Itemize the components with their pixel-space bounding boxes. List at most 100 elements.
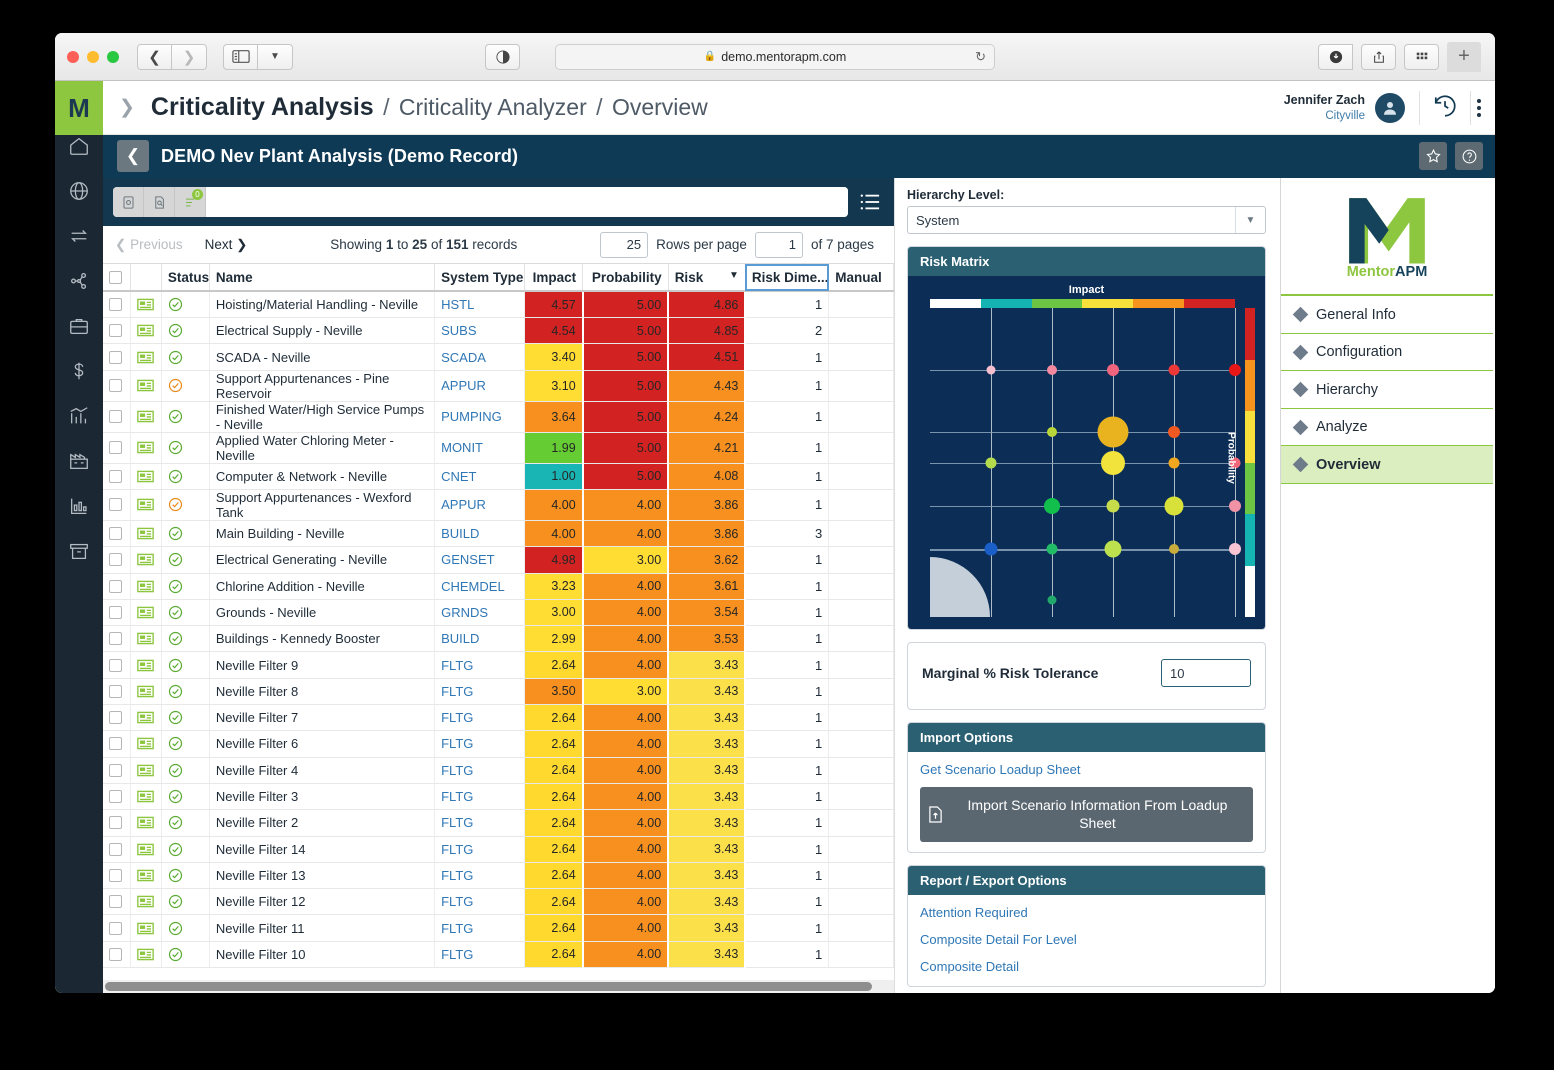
- risk-bubble-4[interactable]: [1229, 364, 1241, 376]
- transfer-icon[interactable]: [68, 225, 90, 247]
- sidebar-toggle-icon[interactable]: [223, 44, 258, 70]
- horizontal-scrollbar[interactable]: [103, 980, 894, 993]
- row-select-cell[interactable]: [103, 652, 130, 678]
- row-checkbox[interactable]: [109, 737, 122, 750]
- share-icon[interactable]: [1361, 44, 1396, 70]
- sidebar-group[interactable]: ▼: [223, 44, 293, 70]
- table-row[interactable]: Finished Water/High Service Pumps - Nevi…: [103, 401, 894, 432]
- record-card-icon[interactable]: [130, 862, 161, 888]
- risk-dimension-cell[interactable]: 3: [745, 520, 828, 546]
- name-cell[interactable]: Electrical Supply - Neville: [209, 318, 434, 344]
- row-select-cell[interactable]: [103, 573, 130, 599]
- risk-bubble-20[interactable]: [1229, 543, 1241, 555]
- table-row[interactable]: Grounds - NevilleGRNDS3.004.003.541: [103, 599, 894, 625]
- row-select-cell[interactable]: [103, 547, 130, 573]
- record-card-icon[interactable]: [130, 291, 161, 317]
- record-card-icon[interactable]: [130, 705, 161, 731]
- record-card-icon[interactable]: [130, 401, 161, 432]
- table-row[interactable]: Neville Filter 3FLTG2.644.003.431: [103, 783, 894, 809]
- risk-bubble-10[interactable]: [1169, 457, 1180, 468]
- system-type-cell[interactable]: FLTG: [435, 652, 525, 678]
- breadcrumb-item-3[interactable]: Overview: [612, 94, 708, 120]
- table-row[interactable]: Hoisting/Material Handling - NevilleHSTL…: [103, 291, 894, 317]
- table-row[interactable]: Chlorine Addition - NevilleCHEMDEL3.234.…: [103, 573, 894, 599]
- name-cell[interactable]: Computer & Network - Neville: [209, 463, 434, 489]
- risk-dimension-cell[interactable]: 1: [745, 599, 828, 625]
- table-row[interactable]: Support Appurtenances - Pine ReservoirAP…: [103, 370, 894, 401]
- name-cell[interactable]: Neville Filter 9: [209, 652, 434, 678]
- address-bar-container[interactable]: 🔒 demo.mentorapm.com ↻: [555, 44, 995, 70]
- system-type-cell[interactable]: GRNDS: [435, 599, 525, 625]
- row-checkbox[interactable]: [109, 632, 122, 645]
- record-card-icon[interactable]: [130, 463, 161, 489]
- row-checkbox[interactable]: [109, 379, 122, 392]
- risk-bubble-16[interactable]: [985, 543, 998, 556]
- risk-bubble-8[interactable]: [986, 457, 997, 468]
- row-select-cell[interactable]: [103, 810, 130, 836]
- manual-cell[interactable]: [829, 810, 894, 836]
- risk-dimension-cell[interactable]: 1: [745, 626, 828, 652]
- name-cell[interactable]: Chlorine Addition - Neville: [209, 573, 434, 599]
- history-icon[interactable]: [1420, 93, 1470, 124]
- home-icon[interactable]: [68, 135, 90, 157]
- risk-dimension-cell[interactable]: 1: [745, 344, 828, 370]
- status-cell[interactable]: [161, 520, 209, 546]
- name-cell[interactable]: Neville Filter 3: [209, 783, 434, 809]
- name-cell[interactable]: Electrical Generating - Neville: [209, 547, 434, 573]
- status-cell[interactable]: [161, 370, 209, 401]
- search-input-group[interactable]: 0: [113, 187, 848, 217]
- system-type-cell[interactable]: BUILD: [435, 520, 525, 546]
- row-select-cell[interactable]: [103, 489, 130, 520]
- risk-dimension-cell[interactable]: 1: [745, 291, 828, 317]
- select-all-checkbox[interactable]: [109, 271, 122, 284]
- row-select-cell[interactable]: [103, 889, 130, 915]
- row-checkbox[interactable]: [109, 553, 122, 566]
- archive-icon[interactable]: [68, 540, 90, 562]
- table-row[interactable]: Neville Filter 6FLTG2.644.003.431: [103, 731, 894, 757]
- app-logo[interactable]: M: [55, 81, 103, 135]
- row-select-cell[interactable]: [103, 678, 130, 704]
- risk-bubble-13[interactable]: [1107, 500, 1120, 513]
- window-controls[interactable]: [67, 51, 119, 63]
- system-type-cell[interactable]: APPUR: [435, 370, 525, 401]
- risk-dimension-cell[interactable]: 1: [745, 573, 828, 599]
- system-type-cell[interactable]: GENSET: [435, 547, 525, 573]
- hierarchy-level-select[interactable]: System ▼: [907, 206, 1266, 234]
- table-row[interactable]: Neville Filter 7FLTG2.644.003.431: [103, 705, 894, 731]
- name-cell[interactable]: Neville Filter 6: [209, 731, 434, 757]
- row-select-cell[interactable]: [103, 836, 130, 862]
- tab-overview-icon[interactable]: [1404, 44, 1439, 70]
- row-checkbox[interactable]: [109, 298, 122, 311]
- row-checkbox[interactable]: [109, 711, 122, 724]
- manual-cell[interactable]: [829, 705, 894, 731]
- system-type-cell[interactable]: FLTG: [435, 836, 525, 862]
- row-checkbox[interactable]: [109, 441, 122, 454]
- row-checkbox[interactable]: [109, 410, 122, 423]
- risk-matrix-plot-area[interactable]: Probability: [918, 299, 1255, 617]
- status-cell[interactable]: [161, 626, 209, 652]
- record-card-icon[interactable]: [130, 318, 161, 344]
- manual-cell[interactable]: [829, 489, 894, 520]
- browser-right-tools[interactable]: +: [1318, 42, 1481, 72]
- manual-cell[interactable]: [829, 463, 894, 489]
- name-cell[interactable]: Applied Water Chloring Meter - Neville: [209, 432, 434, 463]
- briefcase-icon[interactable]: [68, 315, 90, 337]
- help-icon[interactable]: [1455, 142, 1483, 170]
- risk-dimension-cell[interactable]: 1: [745, 783, 828, 809]
- row-select-cell[interactable]: [103, 862, 130, 888]
- globe-icon[interactable]: [68, 180, 90, 202]
- risk-dimension-column-header[interactable]: Risk Dime...: [745, 264, 828, 291]
- manual-cell[interactable]: [829, 547, 894, 573]
- network-icon[interactable]: [68, 270, 90, 292]
- row-checkbox[interactable]: [109, 764, 122, 777]
- system-type-cell[interactable]: HSTL: [435, 291, 525, 317]
- system-type-cell[interactable]: FLTG: [435, 862, 525, 888]
- status-cell[interactable]: [161, 862, 209, 888]
- system-type-cell[interactable]: FLTG: [435, 889, 525, 915]
- record-card-icon[interactable]: [130, 432, 161, 463]
- manual-cell[interactable]: [829, 915, 894, 941]
- filter-list-icon[interactable]: 0: [175, 187, 206, 217]
- bar-chart-icon[interactable]: [68, 495, 90, 517]
- system-type-cell[interactable]: FLTG: [435, 678, 525, 704]
- name-cell[interactable]: Neville Filter 7: [209, 705, 434, 731]
